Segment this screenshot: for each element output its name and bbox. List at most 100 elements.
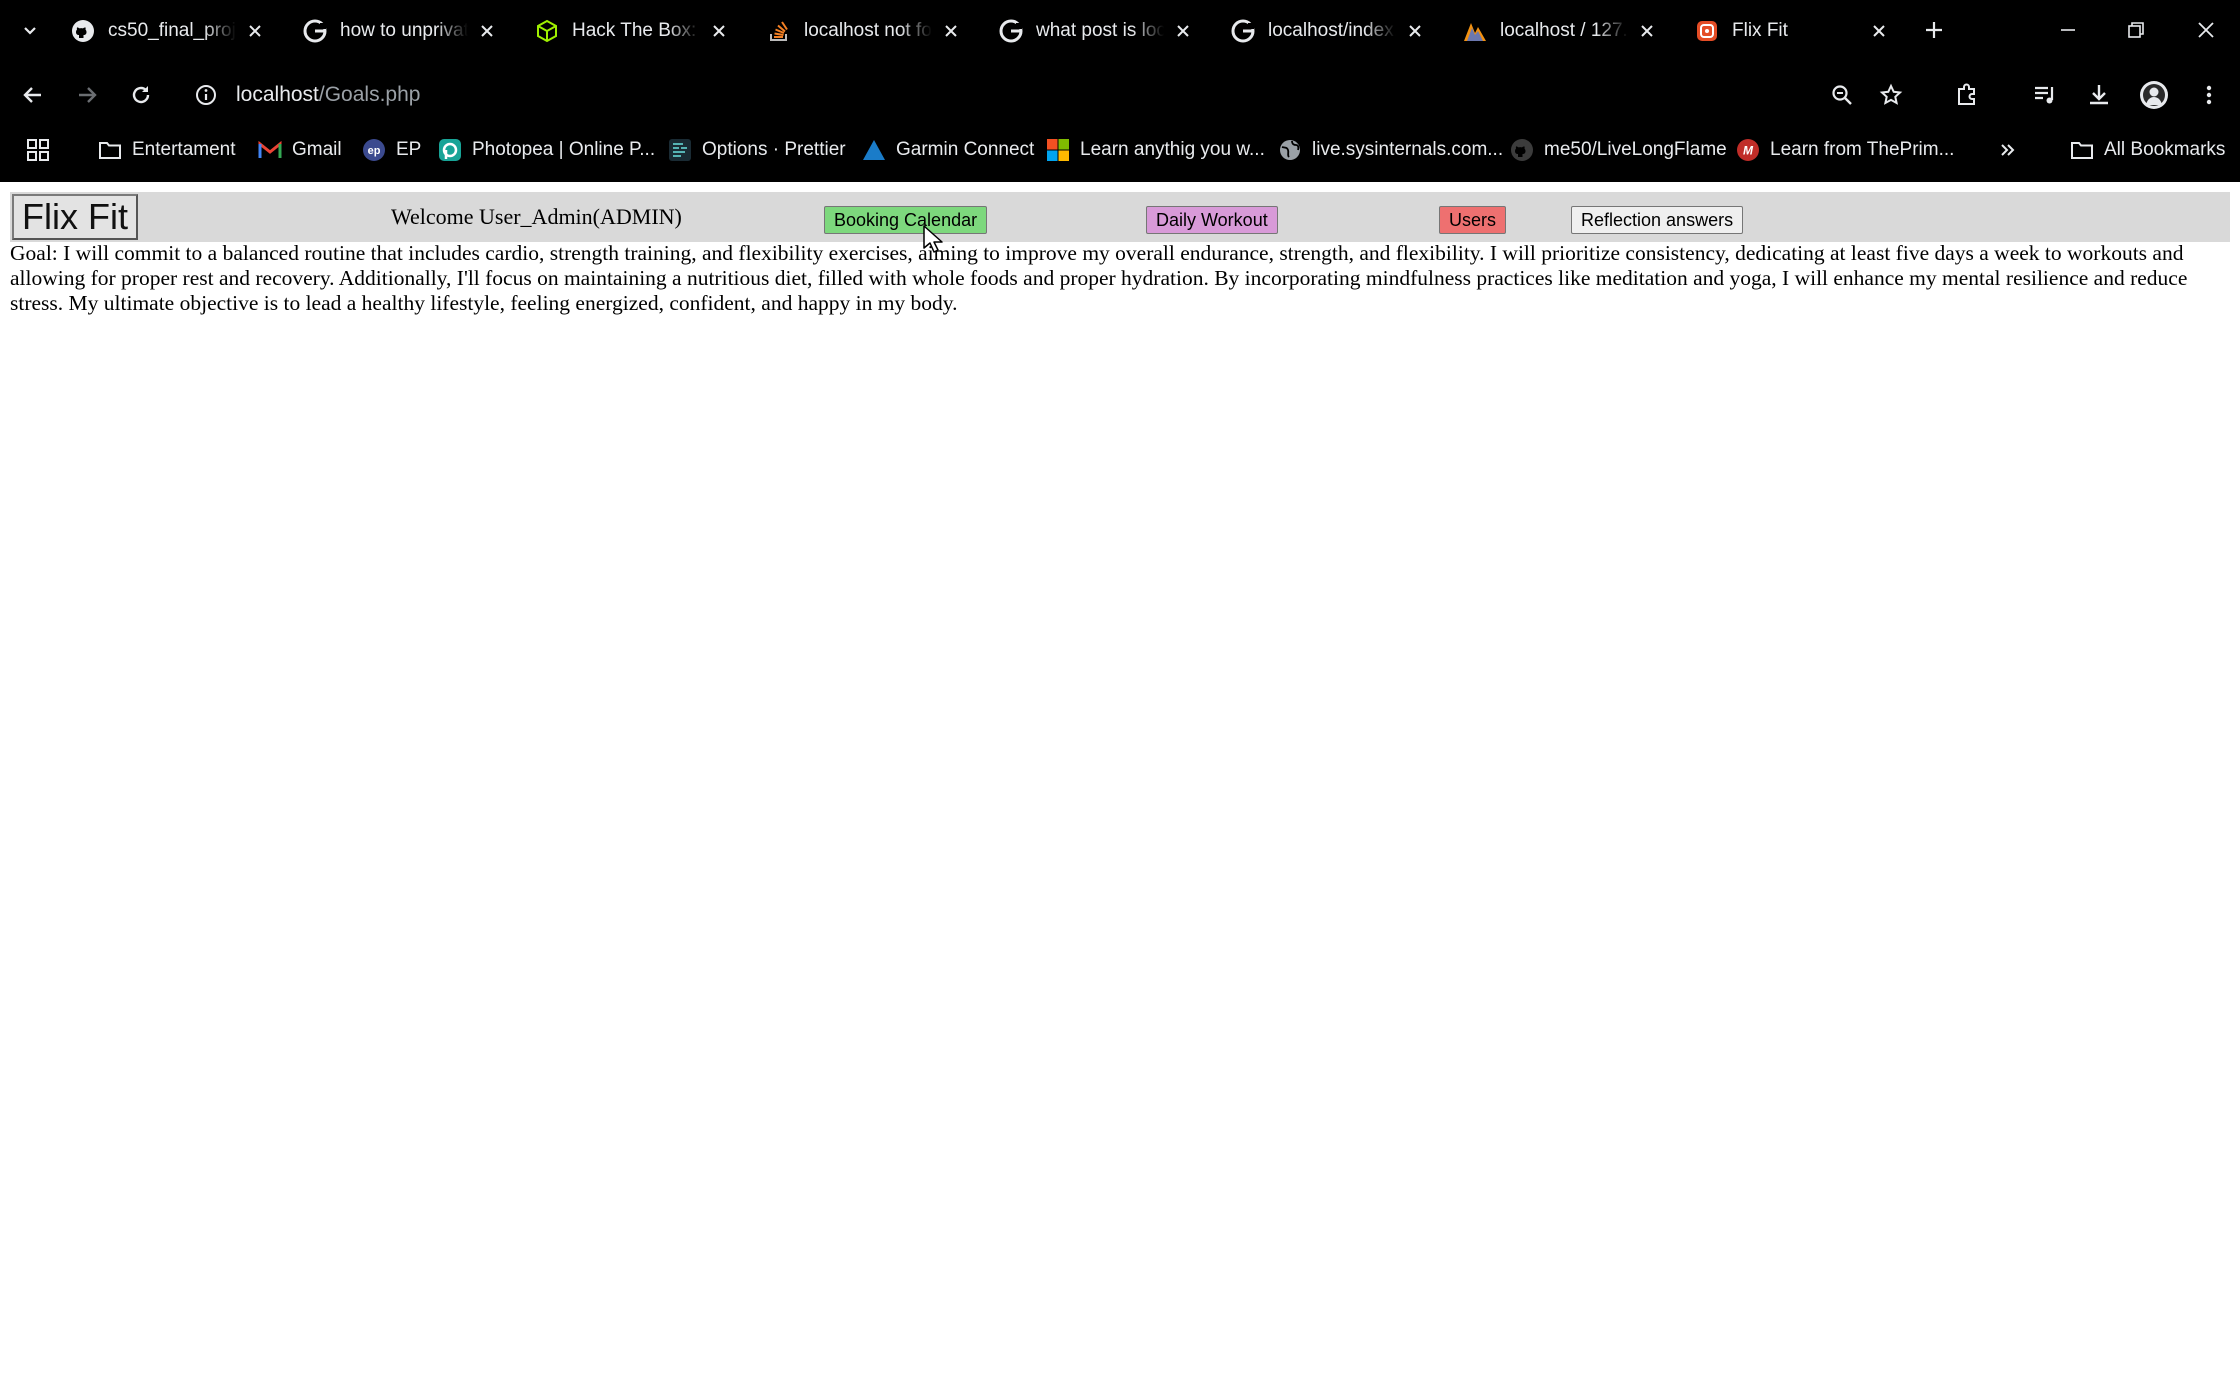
stackoverflow-icon [766,18,792,44]
download-icon[interactable] [2078,74,2120,116]
html5-icon [1694,18,1720,44]
all-bookmarks-button[interactable]: All Bookmarks [2070,132,2225,168]
users-button[interactable]: Users [1439,206,1507,234]
tab-phpmyadmin[interactable]: localhost / 127.0.0.1 [1448,8,1668,54]
tab-strip: cs50_final_project how to unprivate Hack… [0,0,2240,60]
brand-logo[interactable]: Flix Fit [12,194,138,240]
bookmarks-bar: Entertament Gmail ep EP Photopea | Onlin… [0,130,2240,170]
bookmark-ep[interactable]: ep EP [362,132,421,168]
close-icon[interactable] [1866,18,1892,44]
ep-icon: ep [362,138,386,162]
site-info-icon[interactable] [186,75,226,115]
github-icon [70,18,96,44]
page-content: Flix Fit Welcome User_Admin(ADMIN) Booki… [0,182,2240,1400]
gmail-icon [258,138,282,162]
bookmark-sysinternals[interactable]: live.sysinternals.com... [1278,132,1503,168]
close-icon[interactable] [1170,18,1196,44]
mouse-cursor-icon [923,225,943,253]
bookmark-star-icon[interactable] [1870,74,1912,116]
svg-text:M: M [1743,144,1754,158]
restore-icon[interactable] [2114,10,2158,50]
bookmark-label: Options · Prettier [702,139,846,160]
bookmark-theprimeagen[interactable]: M Learn from ThePrim... [1736,132,1954,168]
bookmark-label: Learn from ThePrim... [1770,139,1955,160]
address-bar[interactable]: localhost/Goals.php [186,70,1896,120]
tab-how-to-unprivate[interactable]: how to unprivate [288,8,508,54]
bookmark-prettier[interactable]: Options · Prettier [668,132,846,168]
zoom-icon[interactable] [1821,74,1863,116]
bookmark-photopea[interactable]: Photopea | Online P... [438,132,655,168]
close-icon[interactable] [242,18,268,44]
url-host: localhost [236,83,319,106]
welcome-text: Welcome User_Admin(ADMIN) [391,204,682,229]
garmin-icon [862,138,886,162]
tab-flix-fit[interactable]: Flix Fit [1680,8,1900,54]
window-close-icon[interactable] [2184,10,2228,50]
close-icon[interactable] [706,18,732,44]
close-icon[interactable] [474,18,500,44]
tab-hackthebox[interactable]: Hack The Box: The [520,8,740,54]
globe-icon [1278,138,1302,162]
tab-title: localhost/index.php [1268,20,1396,41]
tab-localhost-index[interactable]: localhost/index.php [1216,8,1436,54]
all-bookmarks-label: All Bookmarks [2104,139,2226,160]
more-bookmarks-chevron-icon[interactable] [1998,132,2018,168]
tab-cs50[interactable]: cs50_final_project [56,8,276,54]
bookmark-entertament[interactable]: Entertament [98,132,236,168]
browser-toolbar: localhost/Goals.php [0,66,2240,124]
forward-arrow-icon[interactable] [66,74,108,116]
bookmark-microsoft-learn[interactable]: Learn anythig you w... [1046,132,1265,168]
bookmark-label: Gmail [292,139,342,160]
tab-title: how to unprivate [340,20,468,41]
bookmark-label: Garmin Connect [896,139,1035,160]
prettier-icon [668,138,692,162]
booking-calendar-button[interactable]: Booking Calendar [824,206,988,234]
apps-grid-icon[interactable] [26,132,50,168]
close-icon[interactable] [938,18,964,44]
close-icon[interactable] [1634,18,1660,44]
tab-title: what post is localhost [1036,20,1164,41]
media-control-icon[interactable] [2024,74,2066,116]
folder-icon [98,138,122,162]
google-icon [998,18,1024,44]
tab-title: localhost not found [804,20,932,41]
goal-text: Goal: I will commit to a balanced routin… [10,241,2188,315]
profile-avatar-icon[interactable] [2133,74,2175,116]
tab-what-post-is-localhost[interactable]: what post is localhost [984,8,1204,54]
bookmark-label: Photopea | Online P... [472,139,656,160]
browser-chrome: cs50_final_project how to unprivate Hack… [0,0,2240,182]
tab-localhost-not-found[interactable]: localhost not found [752,8,972,54]
tab-title: cs50_final_project [108,20,236,41]
url-path: /Goals.php [318,83,421,106]
tab-title: localhost / 127.0.0.1 [1500,20,1628,41]
tab-search-chevron-icon[interactable] [14,12,46,48]
bookmark-label: Learn anythig you w... [1080,139,1265,160]
daily-workout-button[interactable]: Daily Workout [1146,206,1278,234]
close-icon[interactable] [1402,18,1428,44]
reflection-answers-button[interactable]: Reflection answers [1571,206,1744,234]
google-icon [1230,18,1256,44]
phpmyadmin-icon [1462,18,1488,44]
back-arrow-icon[interactable] [12,74,54,116]
svg-text:ep: ep [368,145,381,157]
bookmark-garmin[interactable]: Garmin Connect [862,132,1034,168]
minimize-icon[interactable] [2046,10,2090,50]
microsoft-icon [1046,138,1070,162]
reload-icon[interactable] [120,74,162,116]
bookmark-label: live.sysinternals.com... [1312,139,1504,160]
google-icon [302,18,328,44]
new-tab-plus-icon[interactable] [1918,14,1950,46]
site-navbar: Flix Fit Welcome User_Admin(ADMIN) Booki… [10,192,2230,242]
bookmark-label: Entertament [132,139,236,160]
bookmark-me50[interactable]: me50/LiveLongFlame [1510,132,1727,168]
bookmark-label: EP [396,139,422,160]
more-menu-icon[interactable] [2188,74,2230,116]
url-text: localhost/Goals.php [236,83,420,107]
frontendmasters-icon: M [1736,138,1760,162]
github-icon [1510,138,1534,162]
extensions-icon[interactable] [1946,74,1988,116]
bookmark-gmail[interactable]: Gmail [258,132,342,168]
hackthebox-icon [534,18,560,44]
bookmark-label: me50/LiveLongFlame [1544,139,1727,160]
photopea-icon [438,138,462,162]
